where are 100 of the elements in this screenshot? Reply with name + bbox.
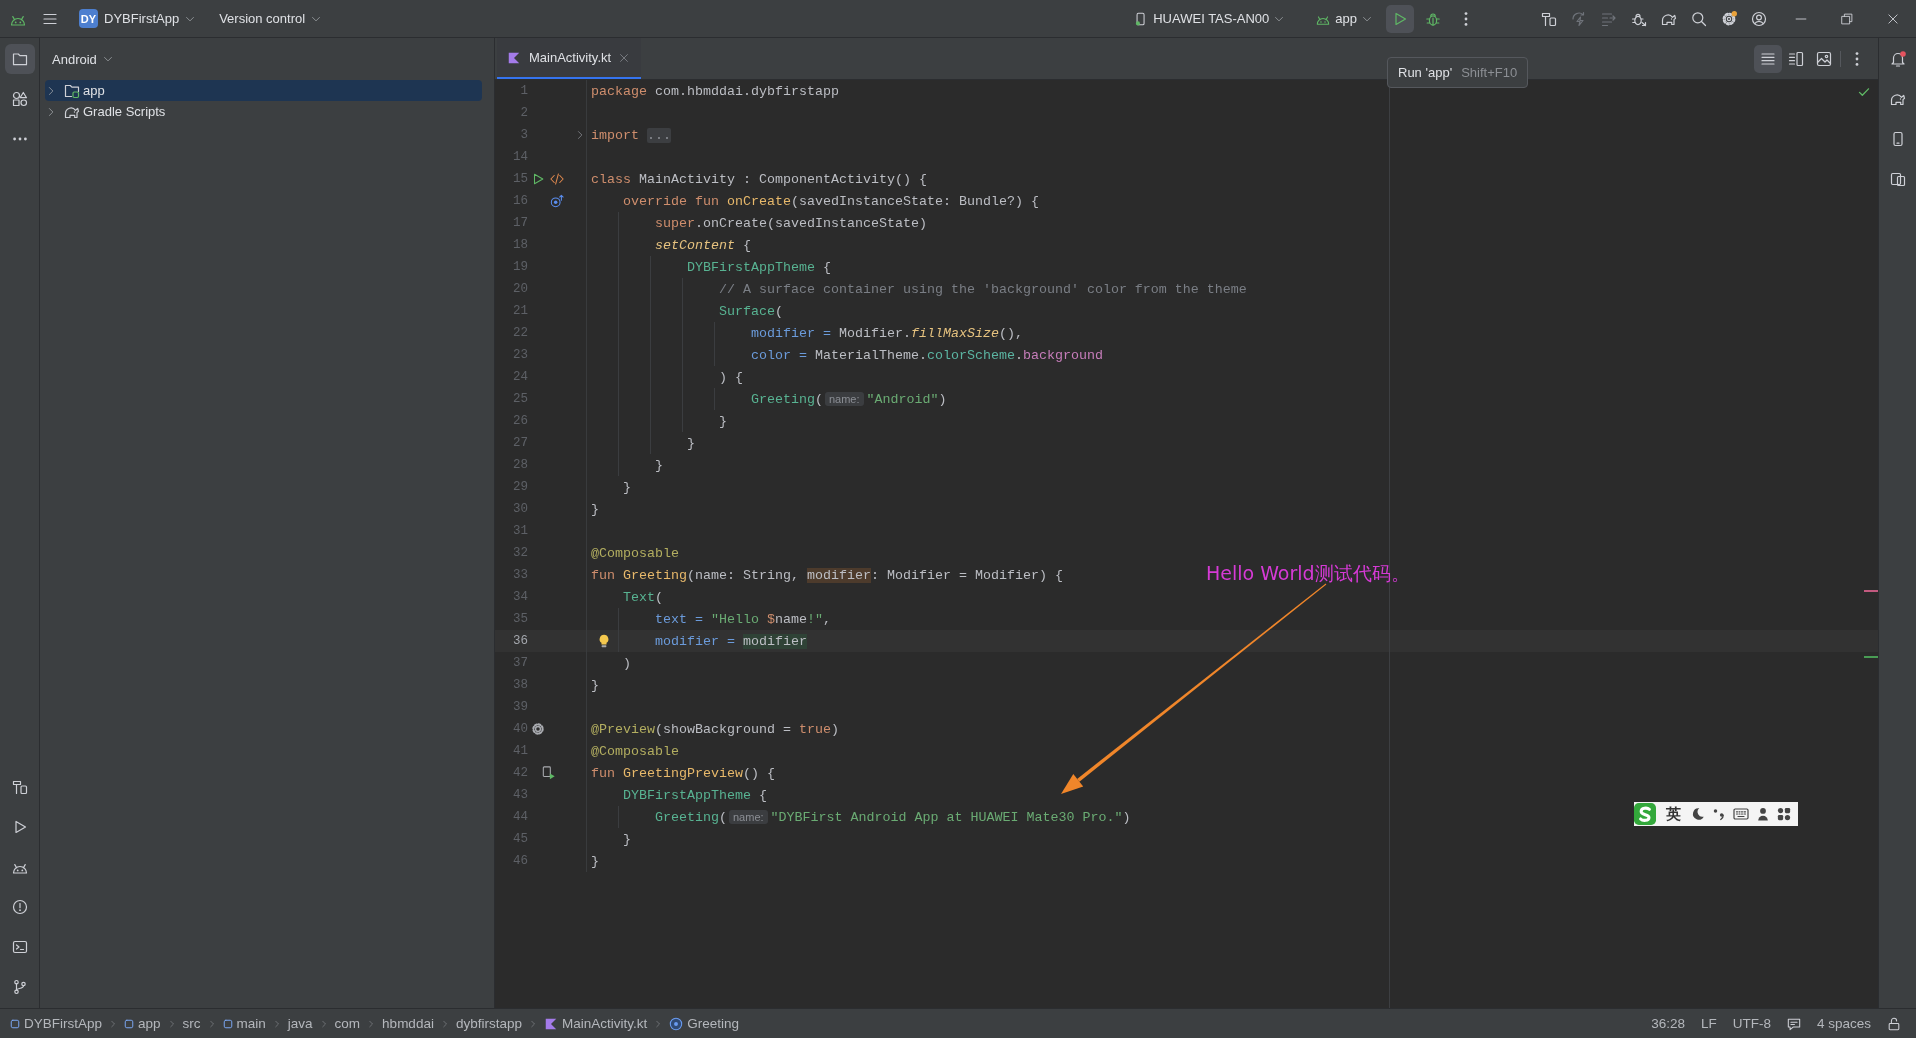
chevron-right-icon — [109, 1019, 118, 1028]
breadcrumb[interactable]: main — [222, 1016, 266, 1031]
line-number: 38 — [512, 678, 528, 692]
indent-setting[interactable]: 4 spaces — [1816, 1016, 1871, 1031]
line-number: 24 — [512, 370, 528, 384]
code-line: text = "Hello $name!", — [655, 611, 831, 627]
line-number: 36 — [512, 634, 528, 648]
breadcrumb[interactable]: hbmddai — [382, 1016, 434, 1031]
breadcrumb[interactable]: DYBFirstApp — [10, 1016, 103, 1031]
code-line: fun Greeting(name: String, modifier: Modifier = Modifier) { — [591, 567, 1063, 583]
grid-icon[interactable] — [1777, 807, 1791, 821]
restore-icon[interactable] — [1841, 12, 1853, 25]
code-icon[interactable] — [550, 172, 564, 186]
code-line: import ... — [591, 127, 671, 143]
line-number: 3 — [519, 128, 528, 142]
code-line: modifier = modifier — [655, 633, 807, 649]
code-line: } — [591, 677, 599, 693]
line-number: 27 — [512, 436, 528, 450]
run-config-selector[interactable]: app — [1310, 7, 1378, 30]
split-view-icon[interactable] — [1788, 50, 1804, 67]
code-line: class MainActivity : ComponentActivity() { — [591, 171, 927, 187]
line-number: 22 — [512, 326, 528, 340]
breadcrumb[interactable]: MainActivity.kt — [543, 1016, 648, 1031]
devices-icon[interactable] — [1889, 171, 1906, 187]
chevron-right-icon[interactable] — [46, 106, 56, 117]
breadcrumb[interactable]: Greeting — [669, 1016, 739, 1031]
tree-item[interactable]: app — [45, 80, 482, 101]
breadcrumb[interactable]: src — [182, 1016, 201, 1031]
bell-icon[interactable] — [1889, 51, 1906, 67]
person-icon[interactable] — [1756, 807, 1770, 821]
tree-item[interactable]: Gradle Scripts — [45, 101, 482, 122]
line-number: 33 — [512, 568, 528, 582]
file-encoding[interactable]: UTF-8 — [1732, 1016, 1771, 1031]
code-line: } — [655, 457, 663, 473]
breadcrumb[interactable]: dybfirstapp — [455, 1016, 522, 1031]
module-icon — [222, 1018, 233, 1029]
close-icon[interactable] — [1887, 12, 1899, 25]
line-number: 41 — [512, 744, 528, 758]
code-line: override fun onCreate(savedInstanceState: Bundle?) { — [623, 193, 1039, 209]
line-number: 43 — [512, 788, 528, 802]
hammer-icon[interactable] — [11, 779, 28, 795]
bulb-icon[interactable] — [597, 634, 611, 648]
annotation-text: Hello World测试代码。 — [1206, 561, 1410, 586]
project-selector[interactable]: DY DYBFirstApp — [76, 5, 202, 32]
chevron-right-icon — [440, 1019, 449, 1028]
override-icon[interactable] — [550, 194, 564, 208]
bug-icon[interactable] — [1425, 10, 1441, 27]
line-number: 42 — [512, 766, 528, 780]
code-line: // A surface container using the 'background' color from the theme — [718, 281, 1247, 297]
user-icon[interactable] — [1751, 10, 1767, 27]
image-icon[interactable] — [1816, 50, 1832, 67]
elephant-icon[interactable] — [1889, 91, 1906, 107]
caret-position[interactable]: 36:28 — [1651, 1016, 1685, 1031]
moon-icon[interactable] — [1691, 807, 1705, 821]
code-line: color = MaterialTheme.colorScheme.background — [750, 347, 1103, 363]
stripe-mark — [1864, 656, 1878, 658]
code-line: } — [623, 479, 631, 495]
alert-icon[interactable] — [11, 899, 28, 915]
code-line: package com.hbmddai.dybfirstapp — [591, 83, 839, 99]
device-selector[interactable]: HUAWEI TAS-AN00 — [1128, 7, 1291, 30]
line-number: 23 — [512, 348, 528, 362]
settings-icon[interactable] — [1721, 10, 1737, 27]
code-line: @Composable — [591, 545, 679, 561]
breadcrumb[interactable]: app — [124, 1016, 161, 1031]
lock-icon[interactable] — [1887, 1016, 1901, 1031]
editor-tab[interactable]: MainActivity.kt — [497, 38, 642, 79]
line-number: 31 — [512, 524, 528, 538]
terminal-icon[interactable] — [11, 939, 28, 955]
folder-icon[interactable] — [4, 44, 35, 74]
breadcrumb[interactable]: com — [334, 1016, 361, 1031]
run-icon[interactable] — [531, 172, 545, 186]
hammer-icon[interactable] — [1541, 10, 1557, 27]
view-selector[interactable]: Android — [46, 47, 119, 71]
chevron-right-icon[interactable] — [575, 130, 585, 140]
lines-icon[interactable] — [1754, 44, 1782, 73]
shapes-icon[interactable] — [11, 91, 28, 107]
message-icon[interactable] — [1786, 1016, 1801, 1031]
breadcrumb[interactable]: java — [287, 1016, 313, 1031]
close-icon[interactable] — [619, 52, 630, 63]
logo-icon[interactable] — [1634, 803, 1656, 825]
keyboard-icon[interactable] — [1733, 806, 1749, 822]
preview-icon[interactable] — [542, 766, 556, 780]
search-icon[interactable] — [1691, 10, 1707, 27]
chevron-right-icon — [528, 1019, 537, 1028]
code-line: @Preview(showBackground = true) — [591, 721, 839, 737]
branch-icon[interactable] — [11, 979, 28, 995]
input-mode-label[interactable]: 英 — [1666, 804, 1681, 824]
gear-icon[interactable] — [531, 722, 545, 736]
line-number: 25 — [512, 392, 528, 406]
line-number: 17 — [512, 216, 528, 230]
code-line: } — [623, 831, 631, 847]
chevron-right-icon[interactable] — [46, 85, 56, 96]
line-separator[interactable]: LF — [1700, 1016, 1717, 1031]
line-number: 20 — [512, 282, 528, 296]
vcs-selector[interactable]: Version control — [213, 7, 328, 30]
chevron-right-icon — [654, 1019, 663, 1028]
line-number: 14 — [512, 150, 528, 164]
run-icon[interactable] — [1386, 4, 1414, 33]
punctuation-icon[interactable] — [1712, 807, 1726, 821]
line-number: 39 — [512, 700, 528, 714]
